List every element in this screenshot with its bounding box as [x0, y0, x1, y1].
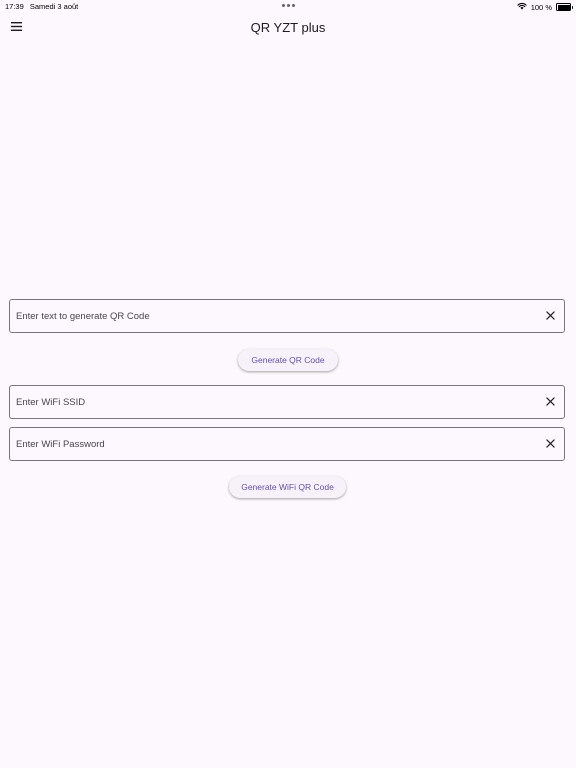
wifi-password-field[interactable] [9, 427, 565, 461]
qr-text-field[interactable] [9, 299, 565, 333]
battery-percentage: 100 % [530, 2, 552, 12]
generate-qr-button[interactable]: Generate QR Code [238, 349, 338, 371]
wifi-icon [517, 2, 527, 12]
app-bar: QR YZT plus [0, 12, 576, 42]
wifi-ssid-clear-button[interactable] [542, 394, 558, 410]
battery-icon [556, 3, 573, 11]
generate-wifi-qr-button[interactable]: Generate WiFi QR Code [229, 476, 346, 498]
status-time: 17:39 [5, 2, 24, 11]
wifi-ssid-field[interactable] [9, 385, 565, 419]
close-icon [545, 393, 555, 411]
status-right: 100 % [517, 2, 573, 12]
multitasking-dots-icon[interactable] [282, 4, 295, 7]
status-date: Samedi 3 août [29, 2, 79, 11]
wifi-password-input[interactable] [16, 428, 536, 460]
close-icon [545, 435, 555, 453]
qr-text-clear-button[interactable] [542, 308, 558, 324]
app-screen: 17:39 Samedi 3 août 100 % QR YZT plus En… [0, 0, 576, 768]
status-left: 17:39 Samedi 3 août [5, 2, 78, 11]
qr-text-input[interactable] [16, 300, 536, 332]
battery-fill [557, 4, 570, 10]
close-icon [545, 307, 555, 325]
status-bar: 17:39 Samedi 3 août 100 % [0, 0, 576, 12]
wifi-ssid-input[interactable] [16, 386, 536, 418]
app-title: QR YZT plus [250, 20, 326, 35]
wifi-password-clear-button[interactable] [542, 436, 558, 452]
